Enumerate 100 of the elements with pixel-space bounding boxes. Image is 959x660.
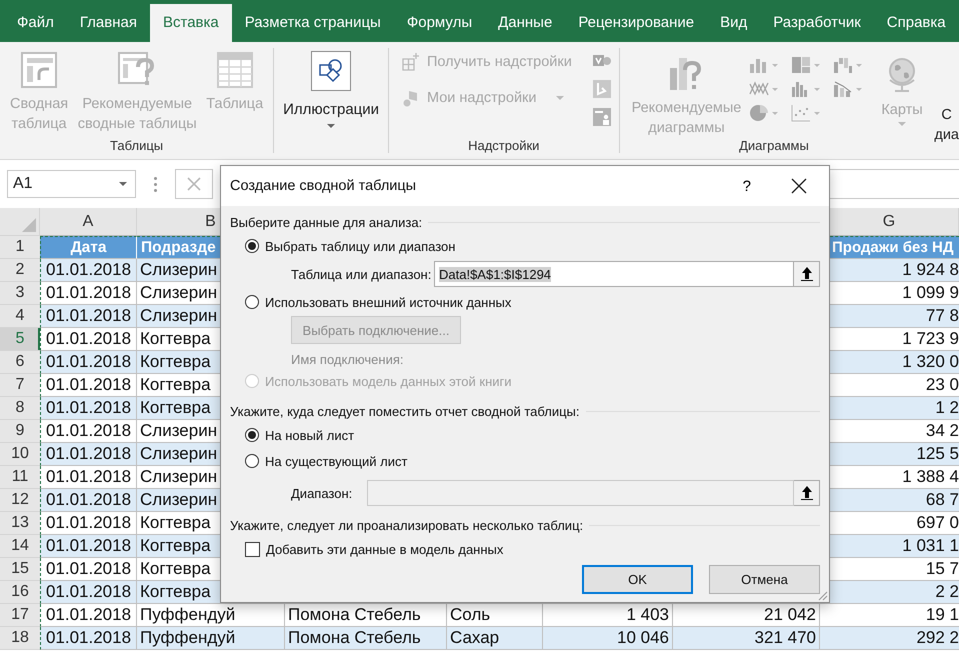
table-cell: Сахар — [447, 627, 543, 650]
table-cell: 01.01.2018 — [40, 581, 137, 604]
table-cell: Пуффендуй — [137, 604, 285, 627]
ribbon-button[interactable]: С диа — [928, 42, 959, 159]
row-header[interactable]: 8 — [0, 397, 40, 420]
ribbon-tab[interactable]: Разработчик — [760, 4, 874, 42]
close-icon — [186, 176, 202, 192]
row-header[interactable]: 6 — [0, 351, 40, 374]
row-header[interactable]: 3 — [0, 282, 40, 305]
column-header[interactable]: A — [40, 208, 137, 236]
ribbon-tab[interactable]: Данные — [485, 4, 566, 42]
field-label: Диапазон: — [291, 486, 354, 500]
resize-grip-icon[interactable] — [816, 589, 828, 601]
name-box[interactable]: A1 — [7, 170, 136, 198]
collapse-button[interactable] — [794, 261, 820, 287]
table-cell: Помона Стебель — [285, 604, 447, 627]
checkbox[interactable] — [245, 542, 260, 556]
close-icon[interactable] — [791, 178, 807, 194]
add-grid-icon — [400, 52, 421, 72]
table-cell: 01.01.2018 — [40, 420, 137, 443]
table-cell: 01.01.2018 — [40, 489, 137, 512]
table-cell: Помона Стебель — [285, 627, 447, 650]
dialog-title: Создание сводной таблицы — [230, 178, 418, 194]
ribbon-tab[interactable]: Файл — [4, 4, 67, 42]
caret-icon — [327, 124, 336, 128]
row-header[interactable]: 14 — [0, 535, 40, 558]
caret-icon — [814, 112, 820, 114]
row-header[interactable]: 9 — [0, 420, 40, 443]
column-heading: Дата — [40, 236, 137, 259]
pie-chart-icon[interactable] — [749, 104, 770, 122]
row-header[interactable]: 12 — [0, 489, 40, 512]
dialog-button[interactable]: Отмена — [709, 565, 820, 594]
ribbon-tab[interactable]: Формулы — [394, 4, 486, 42]
table-cell: 01.01.2018 — [40, 282, 137, 305]
people-graph-icon[interactable] — [592, 108, 611, 126]
treemap-icon[interactable] — [791, 56, 812, 74]
table-cell: 01.01.2018 — [40, 259, 137, 282]
table-cell: 21 042 — [673, 604, 820, 627]
table-cell: 01.01.2018 — [40, 328, 137, 351]
ribbon-tab[interactable]: Главная — [66, 4, 150, 42]
bar-line-chart-icon[interactable] — [833, 80, 854, 98]
group-label: Таблицы — [109, 138, 164, 155]
up-arrow-icon — [800, 486, 812, 500]
radio-button[interactable] — [245, 295, 259, 309]
up-arrow-icon — [800, 267, 812, 281]
row-header[interactable]: 13 — [0, 512, 40, 535]
pivot-table-icon — [19, 50, 60, 90]
group-label: Диаграммы — [738, 138, 810, 155]
table-cell: Соль — [447, 604, 543, 627]
table-cell: 01.01.2018 — [40, 466, 137, 489]
row-header[interactable]: 7 — [0, 374, 40, 397]
row-header[interactable]: 11 — [0, 466, 40, 489]
scatter-chart-icon[interactable] — [791, 104, 812, 122]
select-all-icon[interactable] — [22, 218, 36, 232]
row-header[interactable]: 16 — [0, 581, 40, 604]
table-cell: 321 470 — [673, 627, 820, 650]
row-header[interactable]: 17 — [0, 604, 40, 627]
row-header[interactable]: 2 — [0, 259, 40, 282]
illustrations-button[interactable]: Иллюстрации — [277, 50, 386, 129]
collapse-button[interactable] — [794, 480, 820, 506]
dialog-button[interactable]: OK — [582, 565, 693, 594]
table-cell: 01.01.2018 — [40, 535, 137, 558]
table-cell: 01.01.2018 — [40, 443, 137, 466]
table-cell: 01.01.2018 — [40, 512, 137, 535]
radio-button[interactable] — [245, 239, 259, 253]
caret-icon — [814, 88, 820, 90]
range-field[interactable]: Data!$A$1:$I$1294 — [434, 261, 794, 287]
table-cell: 01.01.2018 — [40, 305, 137, 328]
table-cell: 01.01.2018 — [40, 351, 137, 374]
table-cell: 10 046 — [543, 627, 673, 650]
table-cell: 292 2 — [820, 627, 959, 650]
row-header[interactable]: 4 — [0, 305, 40, 328]
table-grid-icon — [214, 50, 255, 90]
ribbon-tab[interactable]: Вставка — [150, 4, 232, 42]
table-cell: 01.01.2018 — [40, 627, 137, 650]
radio-button[interactable] — [245, 428, 259, 442]
cancel-button[interactable] — [175, 169, 213, 199]
help-button[interactable]: ? — [742, 178, 751, 194]
caret-icon — [556, 96, 564, 100]
radio-button[interactable] — [245, 454, 259, 468]
caret-icon — [814, 64, 820, 66]
ribbon-tab[interactable]: Справка — [874, 4, 959, 42]
row-header[interactable]: 15 — [0, 558, 40, 581]
row-header[interactable]: 10 — [0, 443, 40, 466]
ribbon-tab[interactable]: Рецензирование — [565, 4, 708, 42]
ribbon-tab[interactable]: Вид — [707, 4, 760, 42]
waterfall-chart-icon[interactable] — [833, 56, 854, 74]
row-header[interactable]: 1 — [0, 236, 40, 259]
caret-icon — [856, 64, 862, 66]
row-header[interactable]: 18 — [0, 627, 40, 650]
ribbon-tab[interactable]: Разметка страницы — [232, 4, 394, 42]
line-chart-icon[interactable] — [749, 80, 770, 98]
caret-icon — [772, 64, 778, 66]
row-header[interactable]: 5 — [0, 328, 40, 351]
shapes-icon — [311, 51, 352, 91]
table-cell: 01.01.2018 — [40, 604, 137, 627]
table-cell: 2 2 — [820, 581, 959, 604]
table-cell: 01.01.2018 — [40, 374, 137, 397]
table-cell: 01.01.2018 — [40, 397, 137, 420]
group-label: Надстройки — [467, 138, 540, 155]
